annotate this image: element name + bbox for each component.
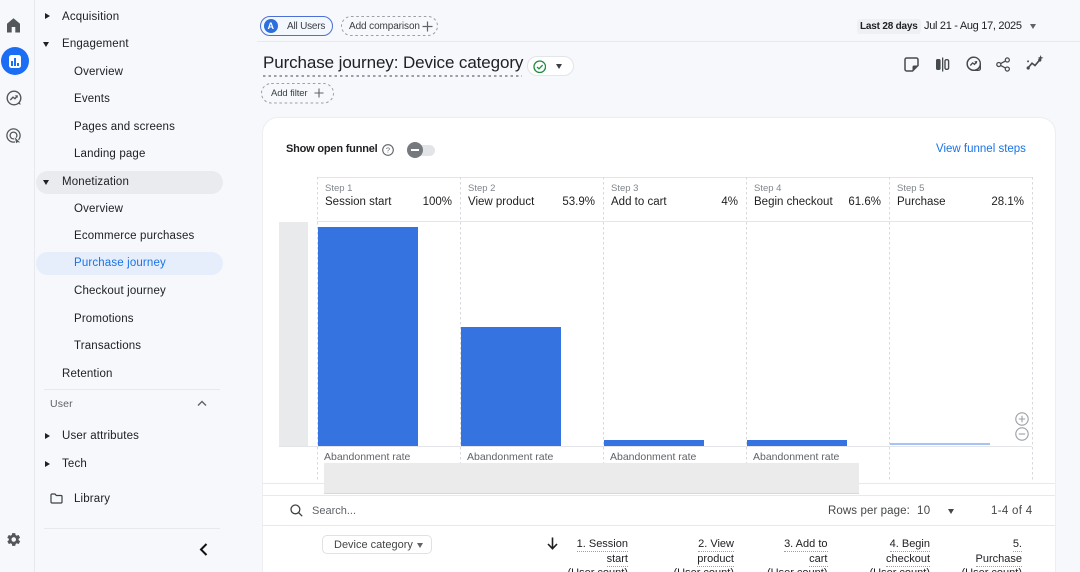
svg-text:?: ? — [386, 145, 390, 154]
